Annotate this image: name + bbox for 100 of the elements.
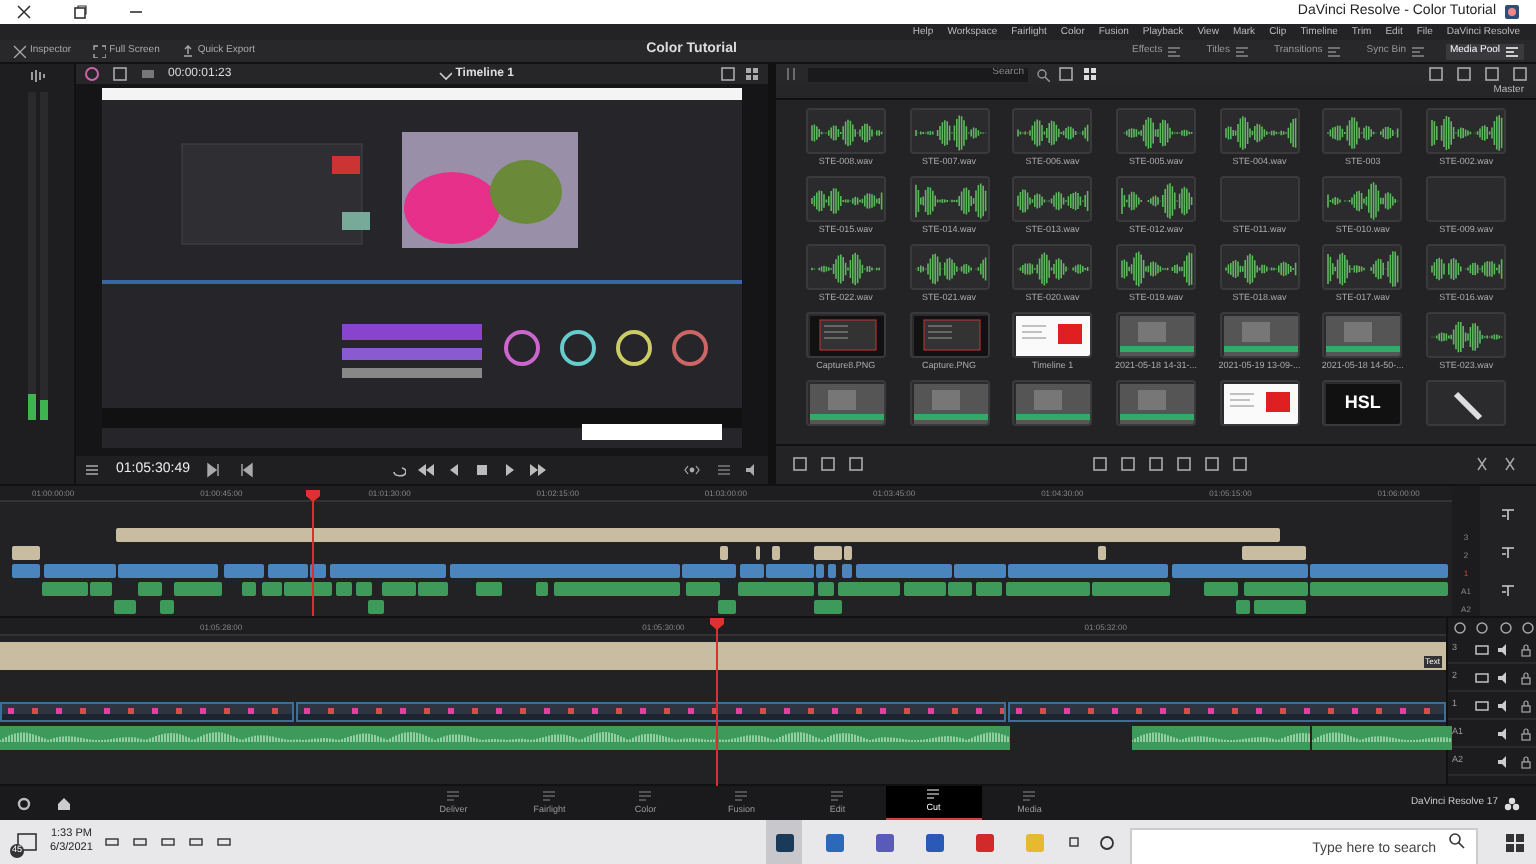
clip-thumbnail[interactable] [909, 108, 990, 154]
video-clip[interactable] [0, 702, 294, 722]
video-clip [12, 546, 40, 560]
clip-thumbnail[interactable] [1219, 380, 1300, 426]
audio-out-icon [743, 462, 760, 478]
fullscreen-icon [91, 44, 106, 58]
clip-thumbnail[interactable] [805, 176, 886, 222]
clip-thumbnail[interactable] [1219, 312, 1300, 358]
chevron-down-icon [437, 67, 452, 81]
clip-thumbnail[interactable] [805, 108, 886, 154]
search-icon [1036, 67, 1050, 81]
audio-clip[interactable] [1132, 726, 1310, 750]
audio-clip [818, 582, 834, 596]
clip-thumbnail[interactable] [1219, 244, 1300, 290]
lock-icon [1518, 725, 1534, 741]
clip-thumbnail[interactable] [1115, 312, 1196, 358]
clip-thumbnail[interactable] [1426, 108, 1507, 154]
video-clip [224, 564, 264, 578]
notification-icon [16, 831, 38, 853]
clip-thumbnail[interactable] [909, 176, 990, 222]
clip-thumbnail[interactable] [1012, 312, 1093, 358]
taskbar-app-button[interactable] [766, 820, 802, 864]
jog-icon [683, 462, 704, 478]
reverse-icon [446, 462, 463, 478]
audio-clip [686, 582, 720, 596]
lock-icon [1518, 753, 1534, 769]
title-tool-icon [1499, 506, 1517, 524]
play-button[interactable] [502, 462, 519, 478]
clip-thumbnail[interactable] [1012, 108, 1093, 154]
audio-clip[interactable] [1312, 726, 1452, 750]
clip-thumbnail[interactable] [1115, 108, 1196, 154]
clip-thumbnail[interactable] [1012, 244, 1093, 290]
app-logo-icon [1504, 4, 1520, 20]
panel-icon [1166, 43, 1183, 59]
search-icon [1448, 832, 1466, 850]
playhead[interactable] [710, 618, 724, 786]
clip-thumbnail[interactable] [1426, 244, 1507, 290]
prev-clip-icon [237, 462, 254, 478]
clip-thumbnail[interactable] [909, 312, 990, 358]
clip-thumbnail[interactable] [1115, 244, 1196, 290]
task-view-icon [1066, 833, 1084, 851]
clip-thumbnail[interactable] [909, 244, 990, 290]
video-clip[interactable] [296, 702, 1006, 722]
tools-icon [12, 44, 26, 58]
rewind-icon [418, 462, 435, 478]
rewind-button[interactable] [418, 462, 435, 478]
fast-forward-icon [530, 462, 547, 478]
audio-clip[interactable] [0, 726, 1010, 750]
thumbnail-view-icon [1082, 66, 1098, 82]
next-clip-icon [205, 462, 222, 478]
clip-thumbnail[interactable] [1322, 108, 1403, 154]
stop-button[interactable] [474, 462, 491, 478]
windows-logo-icon [1505, 833, 1523, 851]
image-icon [140, 66, 156, 82]
page-icon [542, 789, 557, 802]
clip-thumbnail[interactable] [1012, 380, 1093, 426]
audio-clip [1254, 600, 1306, 614]
audio-clip [976, 582, 1002, 596]
loop-button[interactable] [390, 462, 407, 478]
panel-icon [1504, 43, 1520, 59]
clip-thumbnail[interactable] [1322, 244, 1403, 290]
clip-thumbnail[interactable] [909, 380, 990, 426]
audio-clip [138, 582, 162, 596]
page-icon [446, 789, 461, 802]
panel-icon [1326, 43, 1343, 59]
clip-thumbnail[interactable] [1426, 312, 1507, 358]
video-clip [1242, 546, 1306, 560]
clip-thumbnail[interactable] [1012, 176, 1093, 222]
resolve-logo-icon [1503, 795, 1520, 811]
video-clip [720, 546, 728, 560]
battery-icon [104, 834, 121, 850]
fast-forward-button[interactable] [530, 462, 547, 478]
audio-clip [536, 582, 548, 596]
clip-thumbnail[interactable] [1322, 176, 1403, 222]
video-clip [1098, 546, 1106, 560]
clip-thumbnail[interactable] [805, 380, 886, 426]
clip-thumbnail[interactable]: HSL [1322, 380, 1403, 426]
audio-clip [1236, 600, 1250, 614]
playhead[interactable] [306, 490, 320, 616]
reverse-button[interactable] [446, 462, 463, 478]
clip-thumbnail[interactable] [1115, 176, 1196, 222]
restore-icon [72, 4, 88, 20]
clip-thumbnail[interactable] [1115, 380, 1196, 426]
color-wheel-icon [84, 66, 100, 82]
clip-thumbnail[interactable] [805, 312, 886, 358]
audio-clip [174, 582, 222, 596]
home-icon [56, 795, 72, 811]
page-icon [638, 789, 653, 802]
video-clip[interactable] [1008, 702, 1446, 722]
clip-thumbnail[interactable] [805, 244, 886, 290]
close-icon [16, 4, 32, 20]
stop-icon [474, 462, 491, 478]
audio-clip [838, 582, 900, 596]
audio-clip [738, 582, 814, 596]
audio-clip [160, 600, 174, 614]
play-icon [502, 462, 519, 478]
clip-thumbnail[interactable] [1322, 312, 1403, 358]
audio-clip [114, 600, 136, 614]
clip-thumbnail[interactable] [1426, 380, 1507, 426]
clip-thumbnail[interactable] [1219, 108, 1300, 154]
